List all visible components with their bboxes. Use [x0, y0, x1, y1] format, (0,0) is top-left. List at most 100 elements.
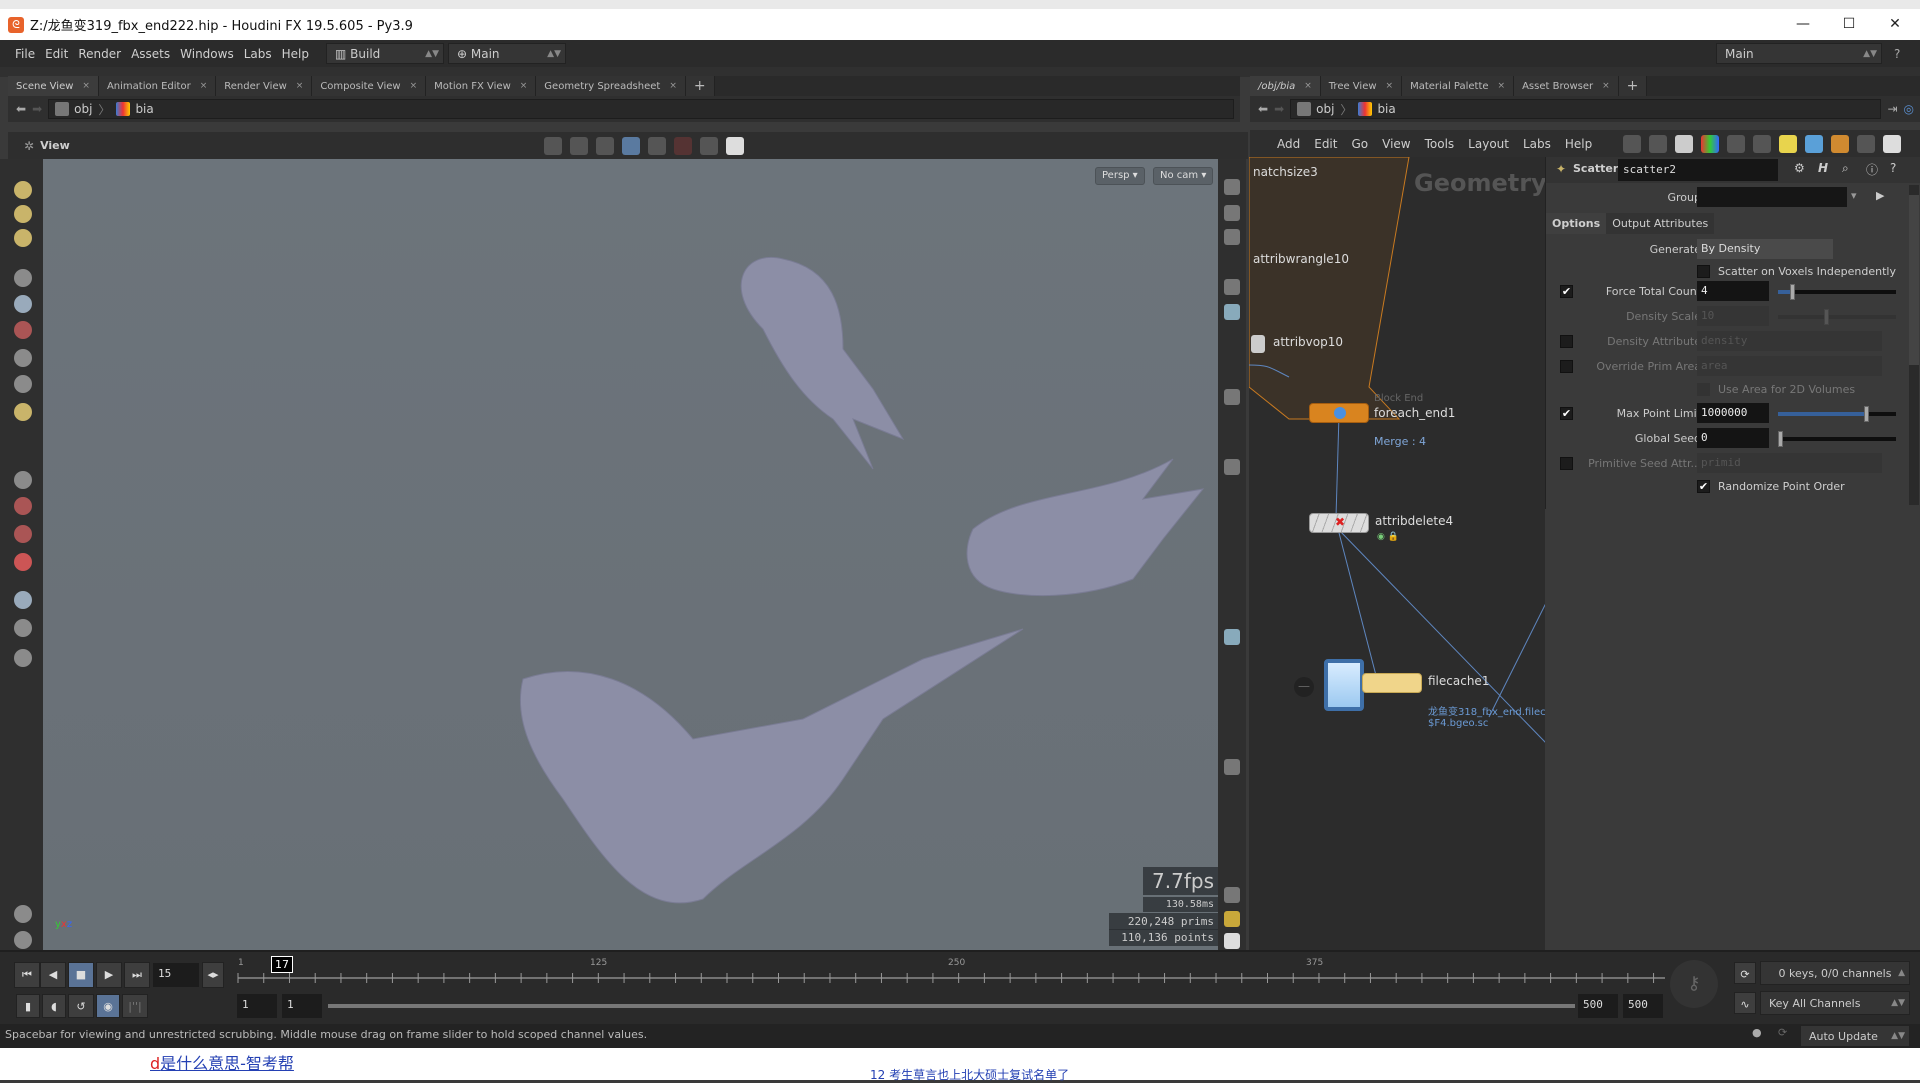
refresh-icon[interactable]: ⟳ — [1778, 1026, 1787, 1039]
render-tool-icon[interactable] — [14, 905, 32, 923]
move-tool-icon[interactable] — [14, 205, 32, 223]
dolly-tool-icon[interactable] — [14, 349, 32, 367]
minimize-button[interactable]: — — [1780, 9, 1826, 40]
node-foreach-end1[interactable]: foreach_end1 — [1374, 406, 1455, 420]
menu-file[interactable]: File — [15, 47, 35, 61]
magnet-tool-icon[interactable] — [14, 497, 32, 515]
node-attribwrangle10[interactable]: attribwrangle10 — [1253, 252, 1349, 266]
tab-tree-view[interactable]: Tree View × — [1320, 76, 1403, 96]
node-attribvop10-shape[interactable] — [1251, 335, 1265, 353]
group-dropdown-icon[interactable]: ▾ — [1851, 189, 1857, 202]
tab-network-obj-bia[interactable]: /obj/bia × — [1250, 76, 1321, 96]
frame-scrub-indicator[interactable]: 17 — [271, 956, 293, 973]
net-menu-add[interactable]: Add — [1277, 137, 1300, 151]
search-icon[interactable] — [1857, 134, 1876, 153]
density-attribute-checkbox[interactable] — [1560, 335, 1573, 348]
tab-material-palette[interactable]: Material Palette × — [1402, 76, 1515, 96]
forward-icon-right[interactable]: ➡ — [1274, 102, 1284, 116]
realtime-toggle-icon[interactable]: ▮ — [16, 994, 40, 1018]
path-breadcrumb[interactable]: obj 〉 bia — [48, 99, 1234, 119]
back-icon-right[interactable]: ⬅ — [1258, 102, 1268, 116]
list-icon[interactable] — [1675, 134, 1694, 153]
info-icon[interactable]: ⓘ — [1866, 161, 1878, 178]
net-menu-help[interactable]: Help — [1565, 137, 1592, 151]
light-tool-icon[interactable] — [14, 649, 32, 667]
update-mode-select[interactable]: Auto Update ▲▼ — [1800, 1025, 1910, 1047]
viewport-layout-icon[interactable] — [1224, 911, 1240, 927]
key-mode-select[interactable]: Key All Channels ▲▼ — [1760, 991, 1910, 1015]
network-editor[interactable]: Geometry natchsize3 attribwrangle10 attr… — [1249, 157, 1545, 950]
image-icon[interactable] — [1805, 134, 1824, 153]
menu-help[interactable]: Help — [282, 47, 309, 61]
normals-icon[interactable] — [1224, 459, 1240, 475]
tab-animation-editor[interactable]: Animation Editor × — [98, 76, 217, 96]
network-path-breadcrumb[interactable]: obj 〉 bia — [1290, 99, 1882, 119]
menu-assets[interactable]: Assets — [131, 47, 170, 61]
net-menu-go[interactable]: Go — [1351, 137, 1368, 151]
generate-select[interactable]: By Density — [1697, 239, 1833, 259]
hscript-icon[interactable]: H — [1818, 161, 1828, 175]
paint-tool-icon[interactable] — [14, 375, 32, 393]
audio-icon[interactable]: ◖ — [42, 994, 66, 1018]
forward-icon[interactable]: ➡ — [32, 102, 42, 116]
close-button[interactable]: ✕ — [1872, 9, 1918, 40]
shading-icon[interactable] — [1224, 205, 1240, 221]
snap-icon[interactable] — [621, 136, 640, 155]
current-frame-field[interactable]: 15 — [153, 963, 199, 987]
points-icon[interactable] — [1224, 389, 1240, 405]
camera-tool-icon[interactable] — [14, 619, 32, 637]
add-tab-button-right[interactable]: + — [1618, 76, 1648, 96]
menu-render[interactable]: Render — [78, 47, 121, 61]
collapse-button[interactable]: — — [1294, 677, 1314, 697]
override-prim-area-checkbox[interactable] — [1560, 360, 1573, 373]
visibility-icon[interactable] — [673, 136, 692, 155]
handle-tool-icon[interactable] — [14, 269, 32, 287]
network-box-icon[interactable] — [1753, 134, 1772, 153]
density-scale-field[interactable]: 10 — [1697, 306, 1769, 326]
range-slider[interactable] — [328, 1004, 1575, 1008]
keys-info-dropdown[interactable]: 0 keys, 0/0 channels ▲ — [1760, 961, 1910, 985]
node-attribdelete4-shape[interactable]: ✖ — [1309, 513, 1369, 533]
eye-icon[interactable] — [1883, 134, 1902, 153]
background-icon[interactable] — [1224, 629, 1240, 645]
grid-icon[interactable] — [1224, 759, 1240, 775]
node-natchsize3[interactable]: natchsize3 — [1253, 165, 1318, 179]
package-icon[interactable] — [1831, 134, 1850, 153]
menu-edit[interactable]: Edit — [45, 47, 68, 61]
force-total-count-slider[interactable] — [1778, 284, 1896, 300]
attract-tool-icon[interactable] — [14, 525, 32, 543]
density-attribute-field[interactable]: density — [1697, 331, 1882, 351]
background-link-1[interactable]: d是什么意思-智考帮 — [150, 1050, 294, 1074]
desktop-select[interactable]: ▥ Build ▲▼ — [326, 43, 444, 64]
menu-windows[interactable]: Windows — [180, 47, 234, 61]
secure-select-icon[interactable] — [595, 136, 614, 155]
max-point-limit-slider[interactable] — [1778, 406, 1896, 422]
range-end-field[interactable]: 500 — [1578, 994, 1618, 1018]
tab-asset-browser[interactable]: Asset Browser × — [1514, 76, 1619, 96]
search-icon[interactable]: ⌕ — [1842, 161, 1849, 176]
density-scale-slider[interactable] — [1778, 309, 1896, 325]
net-menu-labs[interactable]: Labs — [1523, 137, 1551, 151]
tab-composite-view[interactable]: Composite View × — [312, 76, 427, 96]
color-palette-icon[interactable] — [1701, 134, 1720, 153]
select-icon[interactable] — [543, 136, 562, 155]
channel-list-icon[interactable]: ⟳ — [1734, 962, 1756, 984]
global-seed-field[interactable]: 0 — [1697, 428, 1769, 448]
node-filecache1[interactable]: filecache1 — [1428, 674, 1489, 688]
add-tab-button[interactable]: + — [685, 76, 715, 96]
tab-render-view[interactable]: Render View × — [216, 76, 313, 96]
3d-viewport[interactable]: Persp ▾ No cam ▾ 7.7fps 130.58ms 220,248… — [43, 159, 1218, 950]
right-desktop-select[interactable]: Main ▲▼ — [1716, 43, 1882, 64]
info-icon[interactable] — [1224, 887, 1240, 903]
play-reverse-button[interactable]: ◀ — [40, 962, 66, 988]
tab-options[interactable]: Options — [1546, 213, 1607, 234]
node-attribvop10[interactable]: attribvop10 — [1273, 335, 1343, 349]
range-start-field[interactable]: 1 — [237, 994, 277, 1018]
override-prim-area-field[interactable]: area — [1697, 356, 1882, 376]
help-icon[interactable]: ? — [1894, 47, 1900, 61]
global-animation-icon[interactable]: ◉ — [96, 994, 120, 1018]
pick-icon[interactable] — [569, 136, 588, 155]
lock-camera-icon[interactable] — [1224, 229, 1240, 245]
tab-geometry-spreadsheet[interactable]: Geometry Spreadsheet × — [536, 76, 686, 96]
lock-tool-icon[interactable] — [14, 295, 32, 313]
